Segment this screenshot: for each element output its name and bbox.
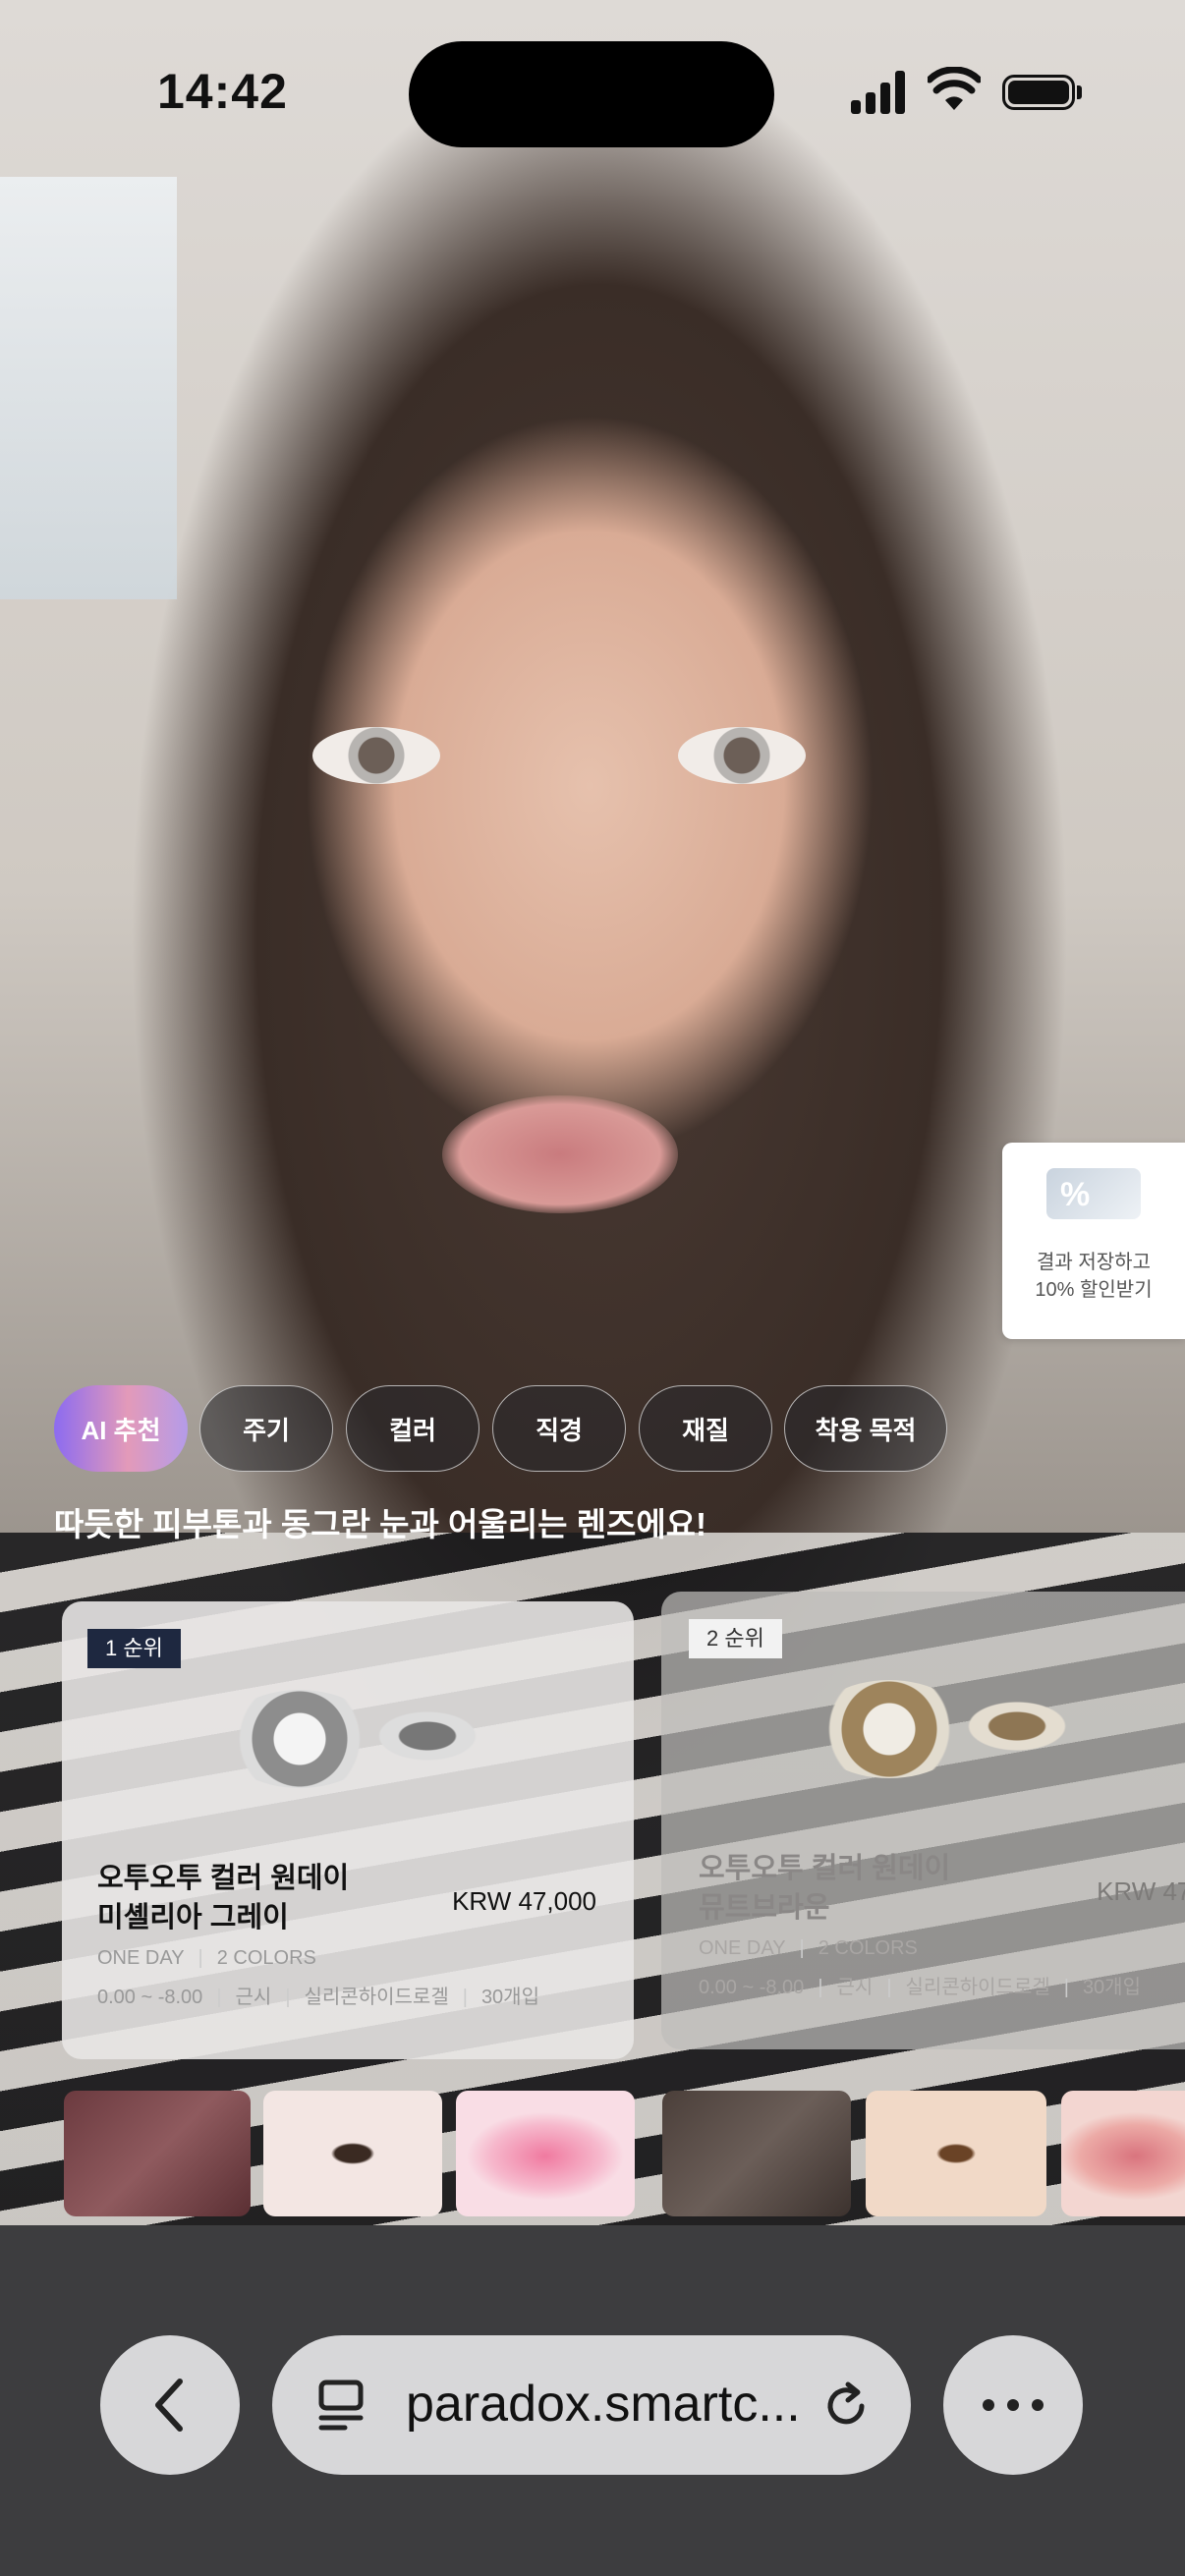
chip-color[interactable]: 컬러 <box>346 1385 480 1472</box>
product-power: 0.00 ~ -8.00 <box>97 1987 203 2008</box>
more-button[interactable] <box>943 2335 1083 2475</box>
chip-purpose[interactable]: 착용 목적 <box>784 1385 947 1472</box>
lip-thumbnail[interactable] <box>456 2091 635 2216</box>
product-cycle: ONE DAY <box>699 1937 786 1959</box>
product-power: 0.00 ~ -8.00 <box>699 1977 805 1998</box>
lens-image <box>359 1702 496 1770</box>
back-button[interactable] <box>100 2335 240 2475</box>
product-material: 실리콘하이드로겔 <box>304 1987 449 2008</box>
product-card[interactable]: 1 순위 오투오투 컬러 원데이 미셸리아 그레이 KRW 47,000 ONE… <box>62 1601 634 2059</box>
coupon-line2: 10% 할인받기 <box>1035 1279 1153 1301</box>
wifi-icon <box>928 67 981 110</box>
status-bar: 14:42 <box>0 0 1185 187</box>
discount-coupon-button[interactable]: % 결과 저장하고 10% 할인받기 <box>1002 1143 1185 1339</box>
divider: | <box>462 1987 468 2008</box>
chip-material[interactable]: 재질 <box>639 1385 772 1472</box>
divider: | <box>1063 1977 1069 1998</box>
product-specs: 0.00 ~ -8.00 | 근시 | 실리콘하이드로겔 | 30개입 <box>97 1981 539 2009</box>
url-text: paradox.smartc... <box>406 2376 801 2433</box>
recommendation-text: 따듯한 피부톤과 동그란 눈과 어울리는 렌즈에요! <box>54 1506 707 1542</box>
browser-toolbar: paradox.smartc... <box>0 2225 1185 2576</box>
product-price: KRW 47,000 <box>452 1886 596 1916</box>
battery-icon <box>1002 75 1075 110</box>
battery-tip <box>1077 85 1082 99</box>
product-name: 오투오투 컬러 원데이 뮤트브라운 <box>699 1849 1013 1928</box>
page-menu-icon <box>318 2380 364 2431</box>
coupon-text: 결과 저장하고 10% 할인받기 <box>1002 1249 1185 1304</box>
product-vision: 근시 <box>836 1977 874 1998</box>
eye-makeup-thumbnail[interactable] <box>866 2091 1046 2216</box>
more-icon <box>983 2399 1044 2411</box>
coupon-line1: 결과 저장하고 <box>1037 1252 1151 1273</box>
lens-image <box>948 1692 1086 1761</box>
divider: | <box>799 1937 805 1959</box>
chip-cycle[interactable]: 주기 <box>199 1385 333 1472</box>
product-name-line1: 오투오투 컬러 원데이 <box>699 1853 951 1884</box>
lips <box>442 1095 678 1213</box>
product-meta: ONE DAY | 2 COLORS <box>699 1937 918 1960</box>
divider: | <box>886 1977 892 1998</box>
hair-color-thumbnail[interactable] <box>662 2091 851 2216</box>
lens-image <box>811 1680 968 1778</box>
left-eye <box>312 727 440 784</box>
divider: | <box>818 1977 823 1998</box>
chip-ai-recommend[interactable]: AI 추천 <box>54 1385 188 1472</box>
background-window <box>0 177 177 599</box>
right-eye <box>678 727 806 784</box>
rank-badge: 2 순위 <box>689 1619 782 1658</box>
product-name: 오투오투 컬러 원데이 미셸리아 그레이 <box>97 1859 412 1937</box>
address-bar[interactable]: paradox.smartc... <box>272 2335 911 2475</box>
dynamic-island <box>409 41 774 147</box>
product-specs: 0.00 ~ -8.00 | 근시 | 실리콘하이드로겔 | 30개입 <box>699 1971 1141 1999</box>
chevron-left-icon <box>155 2379 183 2432</box>
product-cycle: ONE DAY <box>97 1947 185 1969</box>
related-thumbnails <box>0 2091 1185 2218</box>
divider: | <box>285 1987 291 2008</box>
product-colors: 2 COLORS <box>216 1947 316 1969</box>
product-name-line2: 뮤트브라운 <box>699 1892 830 1924</box>
product-meta: ONE DAY | 2 COLORS <box>97 1947 316 1970</box>
hair-color-thumbnail[interactable] <box>64 2091 251 2216</box>
product-count: 30개입 <box>480 1987 539 2008</box>
coupon-percent-icon: % <box>1046 1168 1141 1219</box>
status-time: 14:42 <box>157 64 288 119</box>
signal-icon <box>851 71 906 114</box>
eye-makeup-thumbnail[interactable] <box>263 2091 442 2216</box>
product-name-line1: 오투오투 컬러 원데이 <box>97 1863 350 1894</box>
product-material: 실리콘하이드로겔 <box>905 1977 1050 1998</box>
product-name-line2: 미셸리아 그레이 <box>97 1902 289 1933</box>
product-card[interactable]: 2 순위 오투오투 컬러 원데이 뮤트브라운 KRW 47,000 ONE DA… <box>661 1592 1185 2049</box>
divider: | <box>216 1987 222 2008</box>
product-price: KRW 47,000 <box>1097 1876 1185 1906</box>
divider: | <box>198 1947 203 1969</box>
rank-badge: 1 순위 <box>87 1629 181 1668</box>
product-count: 30개입 <box>1082 1977 1141 1998</box>
reload-icon[interactable] <box>818 2379 874 2434</box>
product-vision: 근시 <box>235 1987 272 2008</box>
chip-diameter[interactable]: 직경 <box>492 1385 626 1472</box>
lip-thumbnail[interactable] <box>1061 2091 1185 2216</box>
product-colors: 2 COLORS <box>818 1937 918 1959</box>
lens-image <box>221 1690 378 1788</box>
